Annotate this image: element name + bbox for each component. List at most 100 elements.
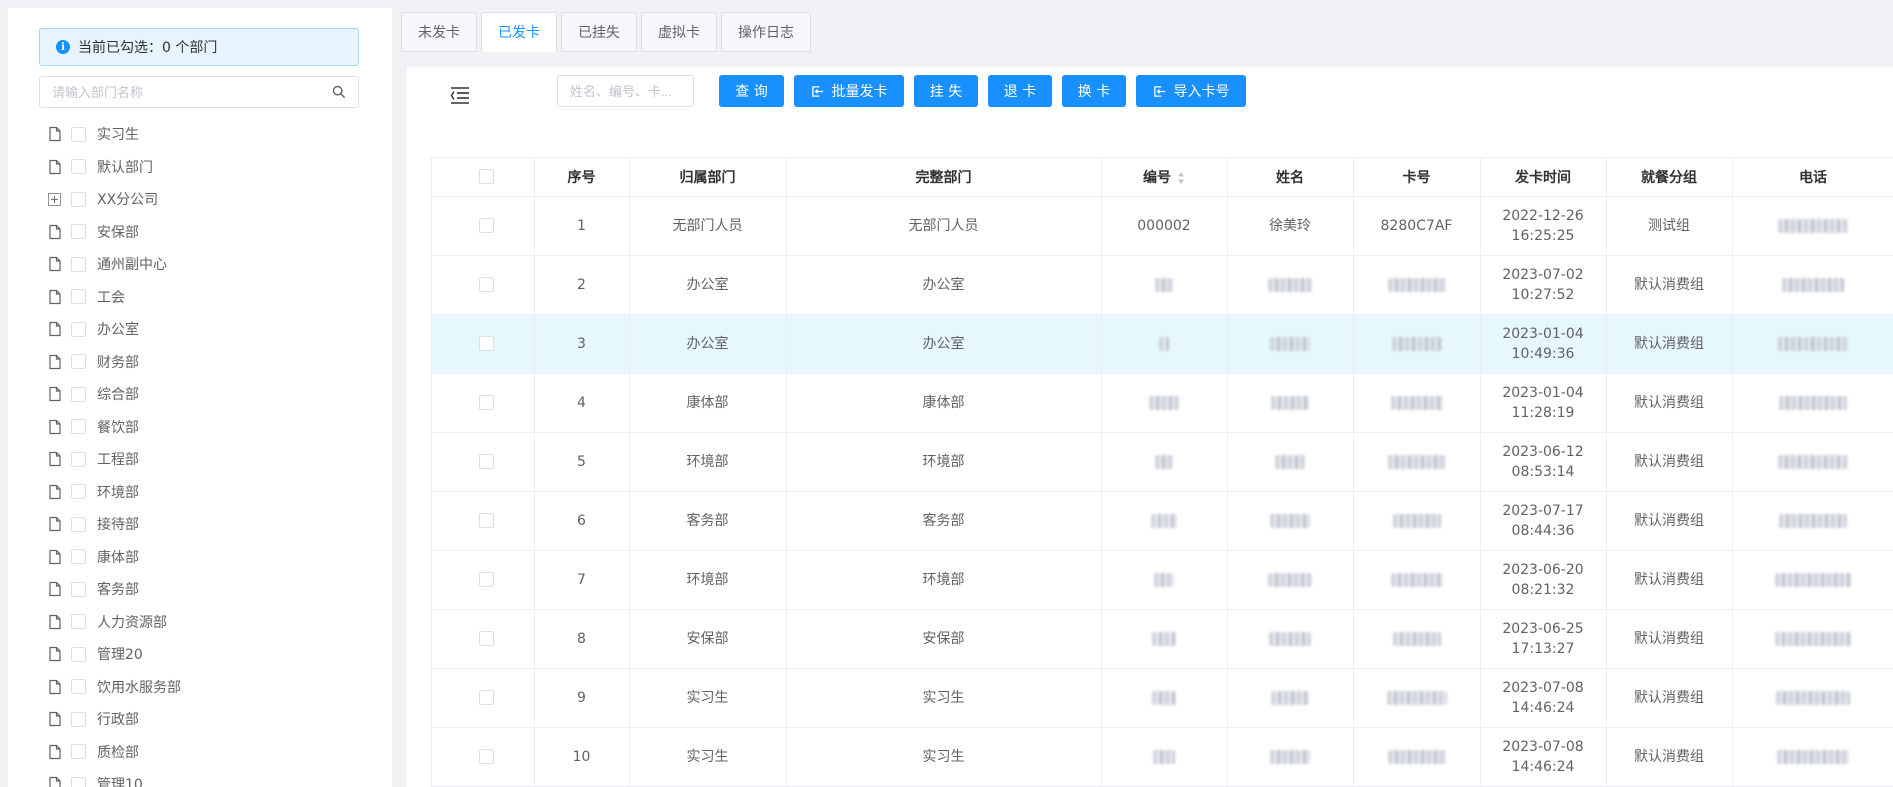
tab-2[interactable]: 已挂失 (561, 12, 637, 52)
row-select-cell[interactable] (440, 255, 535, 315)
department-checkbox[interactable] (71, 419, 86, 435)
row-checkbox[interactable] (479, 572, 495, 587)
tab-3[interactable]: 虚拟卡 (641, 12, 717, 52)
department-checkbox[interactable] (71, 289, 86, 305)
tab-4[interactable]: 操作日志 (721, 12, 811, 52)
department-tree-item[interactable]: 行政部 (48, 703, 378, 736)
department-tree-item[interactable]: 工会 (48, 281, 378, 314)
table-row[interactable]: 9 实习生 实习生 2023-07-08 14:46:24 默认消费组 (432, 668, 1893, 728)
department-checkbox[interactable] (71, 321, 86, 337)
department-checkbox[interactable] (71, 744, 86, 760)
cell-seq: 2 (534, 255, 630, 315)
batch-issue-button[interactable]: 批量发卡 (794, 75, 904, 107)
department-checkbox[interactable] (71, 126, 86, 142)
cell-issue-time: 2023-07-17 08:44:36 (1480, 491, 1607, 551)
table-row[interactable]: 8 安保部 安保部 2023-06-25 17:13:27 默认消费组 (432, 609, 1893, 669)
replace-card-button[interactable]: 换 卡 (1062, 75, 1126, 107)
row-select-cell[interactable] (440, 609, 535, 669)
row-checkbox[interactable] (479, 277, 495, 292)
sort-icon[interactable] (1177, 171, 1185, 185)
table-row[interactable]: 2 办公室 办公室 2023-07-02 10:27:52 默认消费组 (432, 255, 1893, 315)
department-checkbox[interactable] (71, 711, 86, 727)
cell-card (1353, 255, 1481, 315)
import-card-button[interactable]: 导入卡号 (1136, 75, 1246, 107)
issue-date: 2023-07-08 (1502, 679, 1584, 696)
table-row[interactable]: 10 实习生 实习生 2023-07-08 14:46:24 默认消费组 (432, 727, 1893, 786)
department-label: 通州副中心 (97, 257, 167, 274)
document-icon (49, 712, 61, 727)
department-checkbox[interactable] (71, 354, 86, 370)
row-checkbox[interactable] (479, 336, 495, 351)
department-checkbox[interactable] (71, 776, 86, 787)
department-tree-item[interactable]: + XX分公司 (48, 183, 378, 216)
tab-1[interactable]: 已发卡 (481, 12, 557, 52)
row-checkbox[interactable] (479, 631, 495, 646)
query-button[interactable]: 查 询 (719, 75, 784, 107)
return-card-button[interactable]: 退 卡 (988, 75, 1052, 107)
report-loss-button[interactable]: 挂 失 (914, 75, 978, 107)
department-checkbox[interactable] (71, 516, 86, 532)
department-checkbox[interactable] (71, 256, 86, 272)
table-row[interactable]: 7 环境部 环境部 2023-06-20 08:21:32 默认消费组 (432, 550, 1893, 610)
row-checkbox[interactable] (479, 513, 495, 528)
row-checkbox[interactable] (479, 454, 495, 469)
department-checkbox[interactable] (71, 451, 86, 467)
row-select-cell[interactable] (440, 314, 535, 374)
expand-icon[interactable]: + (48, 192, 61, 206)
header-code[interactable]: 编号 (1101, 158, 1228, 197)
table-row[interactable]: 4 康体部 康体部 2023-01-04 11:28:19 默认消费组 (432, 373, 1893, 433)
document-icon (49, 777, 61, 787)
table-row[interactable]: 3 办公室 办公室 2023-01-04 10:49:36 默认消费组 (432, 314, 1893, 374)
row-select-cell[interactable] (440, 196, 535, 256)
department-tree-item[interactable]: 财务部 (48, 346, 378, 379)
search-icon[interactable] (332, 85, 346, 99)
row-select-cell[interactable] (440, 727, 535, 786)
department-checkbox[interactable] (71, 484, 86, 500)
header-select-all[interactable] (440, 158, 535, 197)
header-name: 姓名 (1227, 158, 1354, 197)
member-search-input[interactable] (570, 83, 681, 99)
row-checkbox[interactable] (479, 749, 495, 764)
department-tree-item[interactable]: 综合部 (48, 378, 378, 411)
row-select-cell[interactable] (440, 668, 535, 728)
department-checkbox[interactable] (71, 386, 86, 402)
department-tree-item[interactable]: 客务部 (48, 573, 378, 606)
department-search-input[interactable] (52, 84, 332, 100)
select-all-checkbox[interactable] (479, 169, 495, 185)
row-select-cell[interactable] (440, 491, 535, 551)
department-tree-item[interactable]: 办公室 (48, 313, 378, 346)
row-select-cell[interactable] (440, 373, 535, 433)
department-checkbox[interactable] (71, 224, 86, 240)
department-tree-item[interactable]: 饮用水服务部 (48, 671, 378, 704)
department-checkbox[interactable] (71, 159, 86, 175)
department-tree-item[interactable]: 默认部门 (48, 151, 378, 184)
menu-toggle-icon[interactable] (449, 84, 471, 106)
department-tree-item[interactable]: 餐饮部 (48, 411, 378, 444)
tab-0[interactable]: 未发卡 (401, 12, 477, 52)
department-checkbox[interactable] (71, 581, 86, 597)
department-tree-item[interactable]: 质检部 (48, 736, 378, 769)
department-checkbox[interactable] (71, 191, 86, 207)
department-tree-item[interactable]: 工程部 (48, 443, 378, 476)
row-checkbox[interactable] (479, 690, 495, 705)
department-checkbox[interactable] (71, 549, 86, 565)
department-tree-item[interactable]: 接待部 (48, 508, 378, 541)
department-checkbox[interactable] (71, 679, 86, 695)
department-checkbox[interactable] (71, 646, 86, 662)
department-tree-item[interactable]: 通州副中心 (48, 248, 378, 281)
department-tree-item[interactable]: 安保部 (48, 216, 378, 249)
table-row[interactable]: 5 环境部 环境部 2023-06-12 08:53:14 默认消费组 (432, 432, 1893, 492)
row-checkbox[interactable] (479, 395, 495, 410)
department-tree-item[interactable]: 环境部 (48, 476, 378, 509)
department-tree-item[interactable]: 人力资源部 (48, 606, 378, 639)
table-row[interactable]: 6 客务部 客务部 2023-07-17 08:44:36 默认消费组 (432, 491, 1893, 551)
department-tree-item[interactable]: 管理10 (48, 768, 378, 787)
row-checkbox[interactable] (479, 218, 495, 233)
department-tree-item[interactable]: 实习生 (48, 118, 378, 151)
table-row[interactable]: 1 无部门人员 无部门人员 000002 徐美玲 8280C7AF 2022-12-26 16… (432, 196, 1893, 256)
department-tree-item[interactable]: 管理20 (48, 638, 378, 671)
row-select-cell[interactable] (440, 550, 535, 610)
department-checkbox[interactable] (71, 614, 86, 630)
department-tree-item[interactable]: 康体部 (48, 541, 378, 574)
row-select-cell[interactable] (440, 432, 535, 492)
